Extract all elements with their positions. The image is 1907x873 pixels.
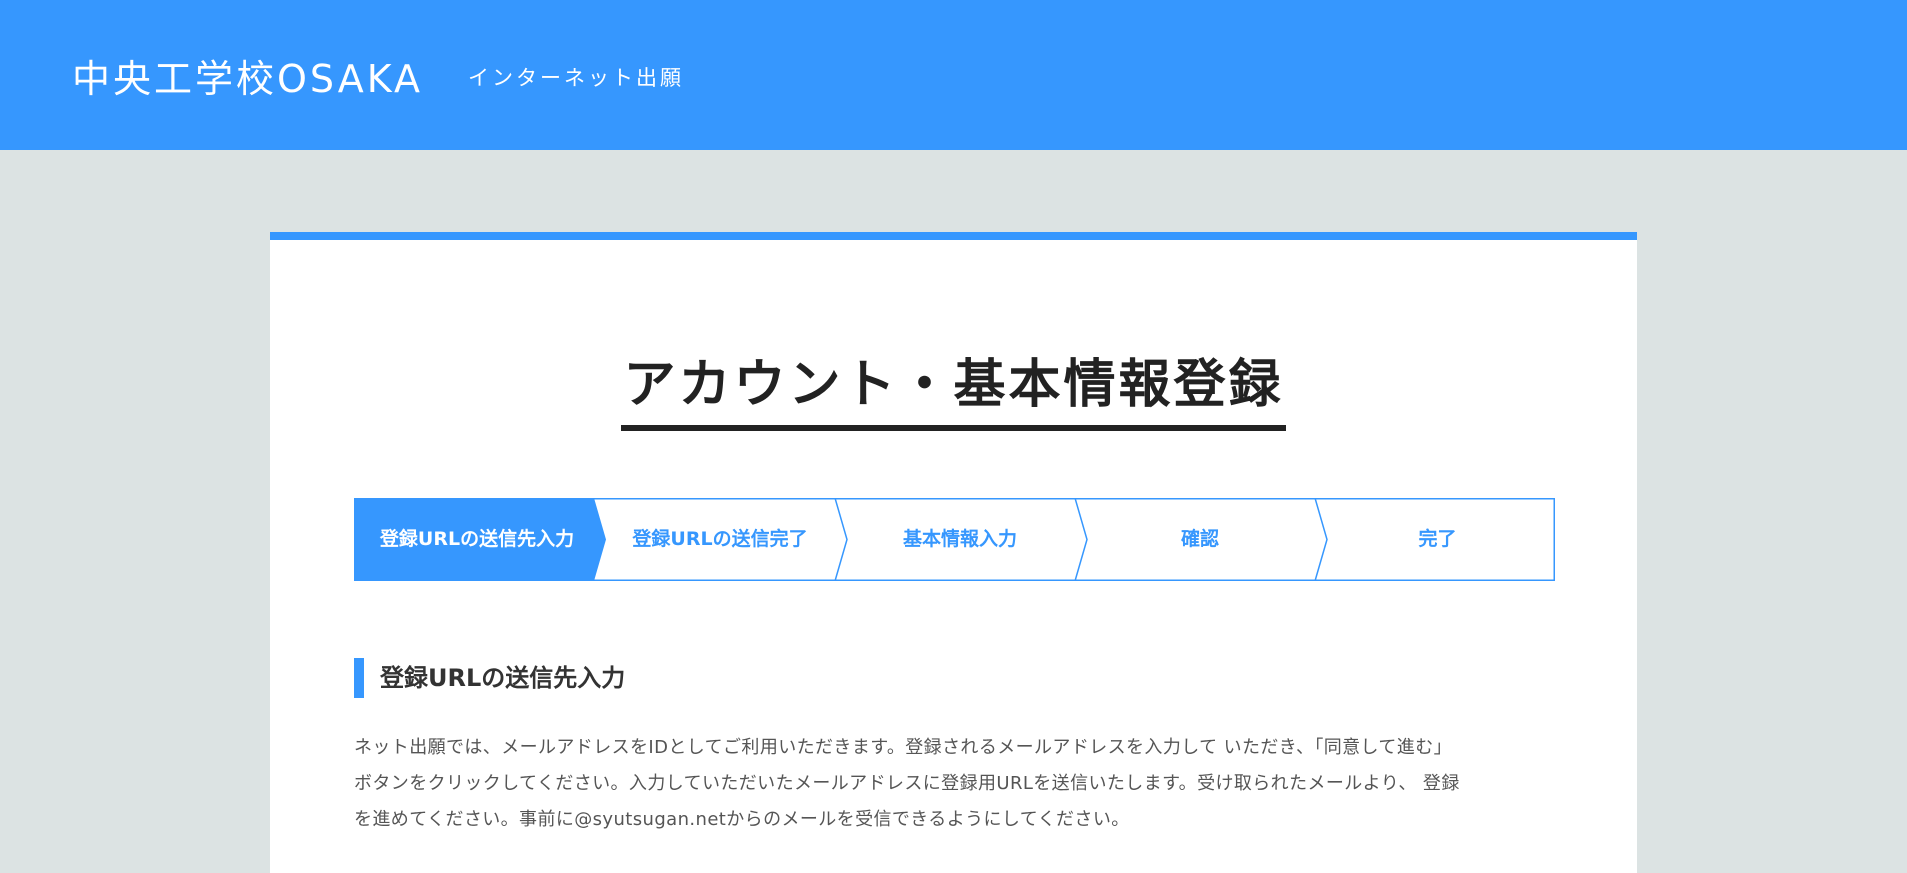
section-heading: 登録URLの送信先入力 [354,658,625,698]
main-card: アカウント・基本情報登録 登録URLの送信先入力 登録URLの送信完了 基本情報… [270,232,1637,873]
step-5-label: 完了 [1418,528,1457,550]
step-4-label: 確認 [1180,528,1219,550]
instructions-line-2: ボタンをクリックしてください。入力していただいたメールアドレスに登録用URLを送… [354,773,1460,794]
instructions-text: ネット出願では、メールアドレスをIDとしてご利用いただきます。登録されるメールア… [354,730,1554,838]
progress-steps: 登録URLの送信先入力 登録URLの送信完了 基本情報入力 確認 完了 [354,498,1555,581]
instructions-line-1: ネット出願では、メールアドレスをIDとしてご利用いただきます。登録されるメールア… [354,737,1453,758]
page-title-wrap: アカウント・基本情報登録 [270,342,1637,431]
site-subtitle: インターネット出願 [468,66,684,90]
instructions-line-3: を進めてください。事前に@syutsugan.netからのメールを受信できるよう… [354,809,1130,830]
site-title[interactable]: 中央工学校OSAKA [72,48,423,103]
site-header: 中央工学校OSAKA インターネット出願 [0,0,1907,150]
step-1-label: 登録URLの送信先入力 [379,528,575,550]
page-title: アカウント・基本情報登録 [621,342,1286,431]
step-3-label: 基本情報入力 [902,528,1017,550]
step-2-label: 登録URLの送信完了 [632,528,808,550]
